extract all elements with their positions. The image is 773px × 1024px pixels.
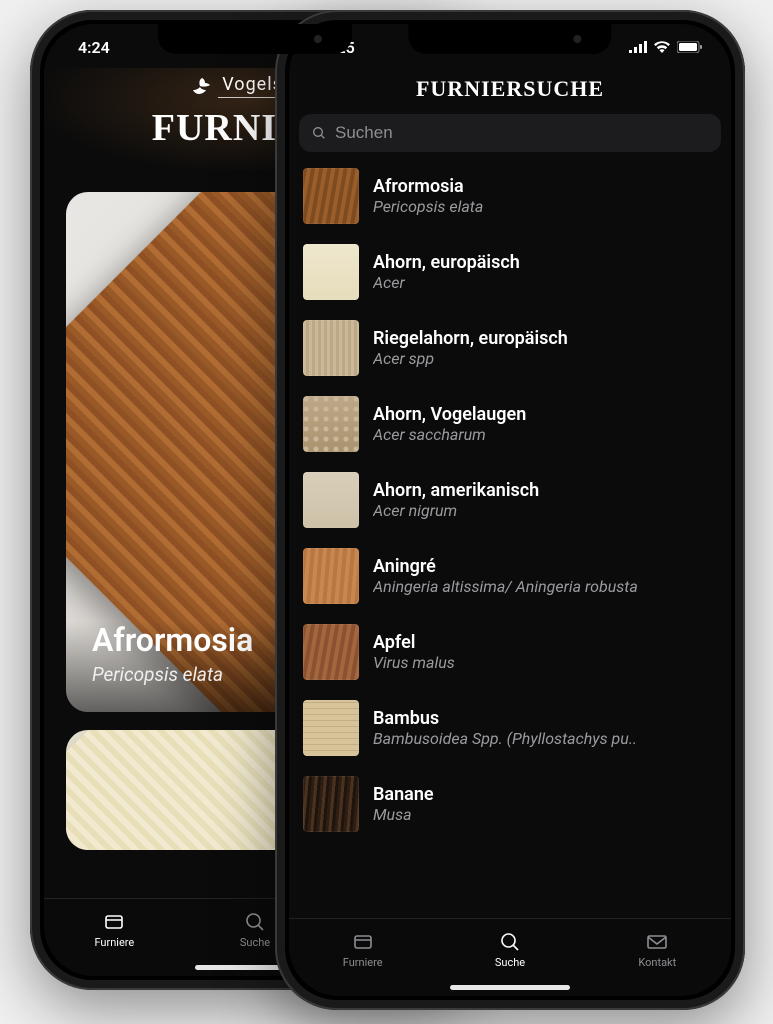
veneer-latin: Bambusoidea Spp. (Phyllostachys pu..: [373, 729, 637, 748]
veneer-swatch: [303, 548, 359, 604]
tab-suche-label: Suche: [495, 956, 525, 969]
veneer-latin: Musa: [373, 805, 434, 824]
veneer-name: Bambus: [373, 708, 637, 729]
tab-kontakt[interactable]: Kontakt: [584, 919, 731, 980]
status-time: 4:24: [78, 36, 110, 57]
veneer-latin: Acer spp: [373, 349, 568, 368]
veneer-swatch: [303, 700, 359, 756]
veneer-swatch: [303, 776, 359, 832]
list-item-text: Ahorn, europäischAcer: [373, 252, 520, 292]
list-item[interactable]: Ahorn, VogelaugenAcer saccharum: [289, 386, 731, 462]
search-field[interactable]: [299, 114, 721, 152]
stack-icon: [101, 910, 127, 934]
tab-furniere[interactable]: Furniere: [289, 919, 436, 980]
list-item-text: BananeMusa: [373, 784, 434, 824]
list-item-text: Riegelahorn, europäischAcer spp: [373, 328, 568, 368]
veneer-latin: Acer saccharum: [373, 425, 526, 444]
veneer-latin: Pericopsis elata: [373, 197, 483, 216]
veneer-name: Riegelahorn, europäisch: [373, 328, 568, 349]
search-icon: [242, 910, 268, 934]
tab-bar: Furniere Suche Kontakt: [289, 918, 731, 996]
phone-right: 4:25 FURNIERSUCHE AfrormosiaPericopsis e…: [275, 10, 745, 1010]
list-item[interactable]: AfrormosiaPericopsis elata: [289, 158, 731, 234]
veneer-latin: Acer nigrum: [373, 501, 539, 520]
veneer-latin: Aningeria altissima/ Aningeria robusta: [373, 577, 638, 596]
list-item-text: AfrormosiaPericopsis elata: [373, 176, 483, 216]
veneer-name: Ahorn, europäisch: [373, 252, 520, 273]
notch: [158, 24, 352, 54]
home-indicator: [450, 985, 570, 990]
veneer-name: Banane: [373, 784, 434, 805]
list-item[interactable]: BananeMusa: [289, 766, 731, 842]
veneer-name: Aningré: [373, 556, 638, 577]
battery-icon: [677, 41, 703, 53]
search-icon: [311, 125, 327, 141]
list-item[interactable]: Ahorn, amerikanischAcer nigrum: [289, 462, 731, 538]
cell-signal-icon: [629, 41, 647, 53]
tab-kontakt-label: Kontakt: [638, 956, 676, 969]
veneer-swatch: [303, 624, 359, 680]
list-item-text: BambusBambusoidea Spp. (Phyllostachys pu…: [373, 708, 637, 748]
list-item-text: Ahorn, amerikanischAcer nigrum: [373, 480, 539, 520]
bird-icon: [190, 77, 212, 95]
status-icons: [629, 39, 703, 53]
veneer-swatch: [303, 244, 359, 300]
veneer-list: AfrormosiaPericopsis elata Ahorn, europäi…: [289, 158, 731, 842]
list-item[interactable]: Riegelahorn, europäischAcer spp: [289, 310, 731, 386]
veneer-swatch: [303, 396, 359, 452]
veneer-swatch: [303, 472, 359, 528]
veneer-latin: Virus malus: [373, 653, 455, 672]
list-item-text: Ahorn, VogelaugenAcer saccharum: [373, 404, 526, 444]
tab-furniere-label: Furniere: [343, 956, 383, 969]
page-title: FURNIERSUCHE: [289, 76, 731, 102]
notch: [408, 24, 611, 54]
search-icon: [497, 930, 523, 954]
list-item[interactable]: Ahorn, europäischAcer: [289, 234, 731, 310]
stack-icon: [350, 930, 376, 954]
list-item[interactable]: AningréAningeria altissima/ Aningeria ro…: [289, 538, 731, 614]
veneer-name: Ahorn, Vogelaugen: [373, 404, 526, 425]
wifi-icon: [653, 41, 671, 53]
tab-suche[interactable]: Suche: [436, 919, 583, 980]
tab-suche-label: Suche: [240, 936, 270, 949]
tab-furniere-label: Furniere: [94, 936, 134, 949]
veneer-swatch: [303, 320, 359, 376]
veneer-name: Afrormosia: [373, 176, 483, 197]
list-item-text: AningréAningeria altissima/ Aningeria ro…: [373, 556, 638, 596]
veneer-latin: Acer: [373, 273, 520, 292]
tab-furniere[interactable]: Furniere: [44, 899, 185, 960]
list-item[interactable]: BambusBambusoidea Spp. (Phyllostachys pu…: [289, 690, 731, 766]
veneer-name: Ahorn, amerikanisch: [373, 480, 539, 501]
page-header: FURNIERSUCHE: [289, 68, 731, 114]
search-input[interactable]: [335, 123, 709, 143]
list-item[interactable]: ApfelVirus malus: [289, 614, 731, 690]
list-item-text: ApfelVirus malus: [373, 632, 455, 672]
mail-icon: [644, 930, 670, 954]
veneer-name: Apfel: [373, 632, 455, 653]
veneer-swatch: [303, 168, 359, 224]
